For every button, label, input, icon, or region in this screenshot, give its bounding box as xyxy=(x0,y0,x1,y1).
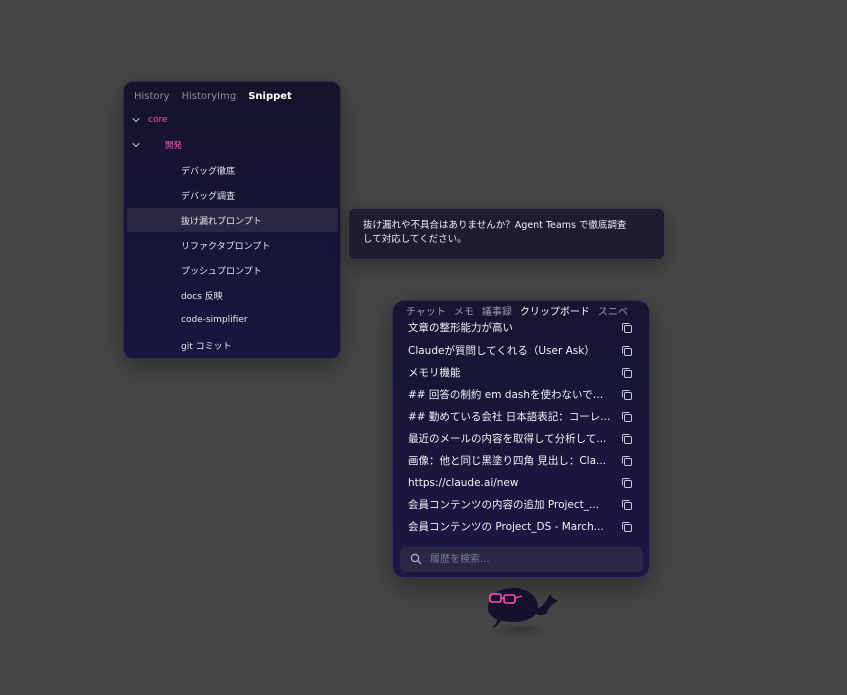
copy-icon[interactable] xyxy=(621,389,633,401)
tree-item-selected[interactable]: 抜け漏れプロンプト xyxy=(127,208,338,232)
clipboard-item-text: 会員コンテンツの Project_DS - March... xyxy=(408,521,604,533)
chevron-down-icon[interactable] xyxy=(131,115,141,125)
copy-icon[interactable] xyxy=(621,477,633,489)
tree-item[interactable]: デバッグ徹底 xyxy=(127,158,338,182)
clipboard-panel: チャット メモ 議事録 クリップボード スニペ 文章の整形能力が高い Claud… xyxy=(392,300,650,578)
tree-item-label: リファクタプロンプト xyxy=(181,241,271,252)
snippet-tab-bar: History HistoryImg Snippet xyxy=(134,89,304,105)
clipboard-item-text: 最近のメールの内容を取得して分析して... xyxy=(408,433,607,445)
tree-item[interactable]: docs 反映 xyxy=(127,283,338,307)
clipboard-item-text: 文章の整形能力が高い xyxy=(408,322,513,334)
tree-item-label: 抜け漏れプロンプト xyxy=(181,216,262,227)
whale-mascot-icon[interactable] xyxy=(476,580,566,640)
clipboard-item-text: メモリ機能 xyxy=(408,367,461,379)
chevron-down-icon[interactable] xyxy=(131,140,141,150)
tree-item-label: docs 反映 xyxy=(181,291,223,302)
clipboard-item[interactable]: ## 回答の制約 em dashを使わないでく... xyxy=(393,384,649,406)
clipboard-item[interactable]: ## 勤めている会社 日本語表記：コーレ... xyxy=(393,406,649,428)
clipboard-item-text: ## 回答の制約 em dashを使わないでく... xyxy=(408,389,613,401)
tree-item[interactable]: git コミット xyxy=(127,333,338,357)
tree-folder-label: 開発 xyxy=(165,141,183,151)
tooltip-text-line: 抜け漏れや不具合はありませんか？Agent Teams で徹底調査 xyxy=(363,220,627,231)
copy-icon[interactable] xyxy=(621,367,633,379)
tree-item[interactable]: プッシュプロンプト xyxy=(127,258,338,282)
tree-item-label: プッシュプロンプト xyxy=(181,266,262,277)
tab-history-img[interactable]: HistoryImg xyxy=(182,89,237,105)
tree-folder-core[interactable]: core xyxy=(127,108,338,132)
copy-icon[interactable] xyxy=(621,455,633,467)
history-search-box[interactable] xyxy=(400,547,643,572)
clipboard-item-text: ## 勤めている会社 日本語表記：コーレ... xyxy=(408,411,611,423)
clipboard-item[interactable]: Claudeが質問してくれる（User Ask） xyxy=(393,340,649,362)
clipboard-item[interactable]: 画像：他と同じ黒塗り四角 見出し：Cla... xyxy=(393,450,649,472)
tree-item[interactable]: リファクタプロンプト xyxy=(127,233,338,257)
tree-item-label: git コミット xyxy=(181,341,232,352)
snippet-panel: History HistoryImg Snippet core 開発 デバッグ徹… xyxy=(123,81,341,359)
search-icon xyxy=(410,553,422,565)
clipboard-item-text: 画像：他と同じ黒塗り四角 見出し：Cla... xyxy=(408,455,607,467)
clipboard-item[interactable]: 会員コンテンツの Project_DS - March... xyxy=(393,516,649,538)
tree-item-label: デバッグ徹底 xyxy=(181,166,236,177)
tab-snippet[interactable]: Snippet xyxy=(248,89,292,105)
tooltip-text-line: して対応してください。 xyxy=(363,234,467,245)
tree-item[interactable]: デバッグ調査 xyxy=(127,183,338,207)
snippet-preview-tooltip: 抜け漏れや不具合はありませんか？Agent Teams で徹底調査 して対応して… xyxy=(348,208,665,260)
copy-icon[interactable] xyxy=(621,411,633,423)
tree-item[interactable]: code-simplifier xyxy=(127,308,338,332)
tab-history[interactable]: History xyxy=(134,89,170,105)
copy-icon[interactable] xyxy=(621,345,633,357)
clipboard-item-text: https://claude.ai/new xyxy=(408,477,519,489)
history-search-input[interactable] xyxy=(428,550,633,569)
clipboard-item[interactable]: 最近のメールの内容を取得して分析して... xyxy=(393,428,649,450)
tree-item-label: code-simplifier xyxy=(181,315,248,325)
copy-icon[interactable] xyxy=(621,521,633,533)
copy-icon[interactable] xyxy=(621,433,633,445)
clipboard-item[interactable]: 文章の整形能力が高い xyxy=(393,318,649,340)
clipboard-item-text: 会員コンテンツの内容の追加 Project_... xyxy=(408,499,600,511)
clipboard-item[interactable]: 会員コンテンツの内容の追加 Project_... xyxy=(393,494,649,516)
clipboard-item[interactable]: https://claude.ai/new xyxy=(393,472,649,494)
copy-icon[interactable] xyxy=(621,499,633,511)
clipboard-item-text: Claudeが質問してくれる（User Ask） xyxy=(408,345,595,357)
clipboard-item[interactable]: メモリ機能 xyxy=(393,362,649,384)
copy-icon[interactable] xyxy=(621,322,633,334)
tree-folder-dev[interactable]: 開発 xyxy=(127,133,338,157)
tree-item-label: デバッグ調査 xyxy=(181,191,236,202)
tree-folder-label: core xyxy=(148,115,168,125)
